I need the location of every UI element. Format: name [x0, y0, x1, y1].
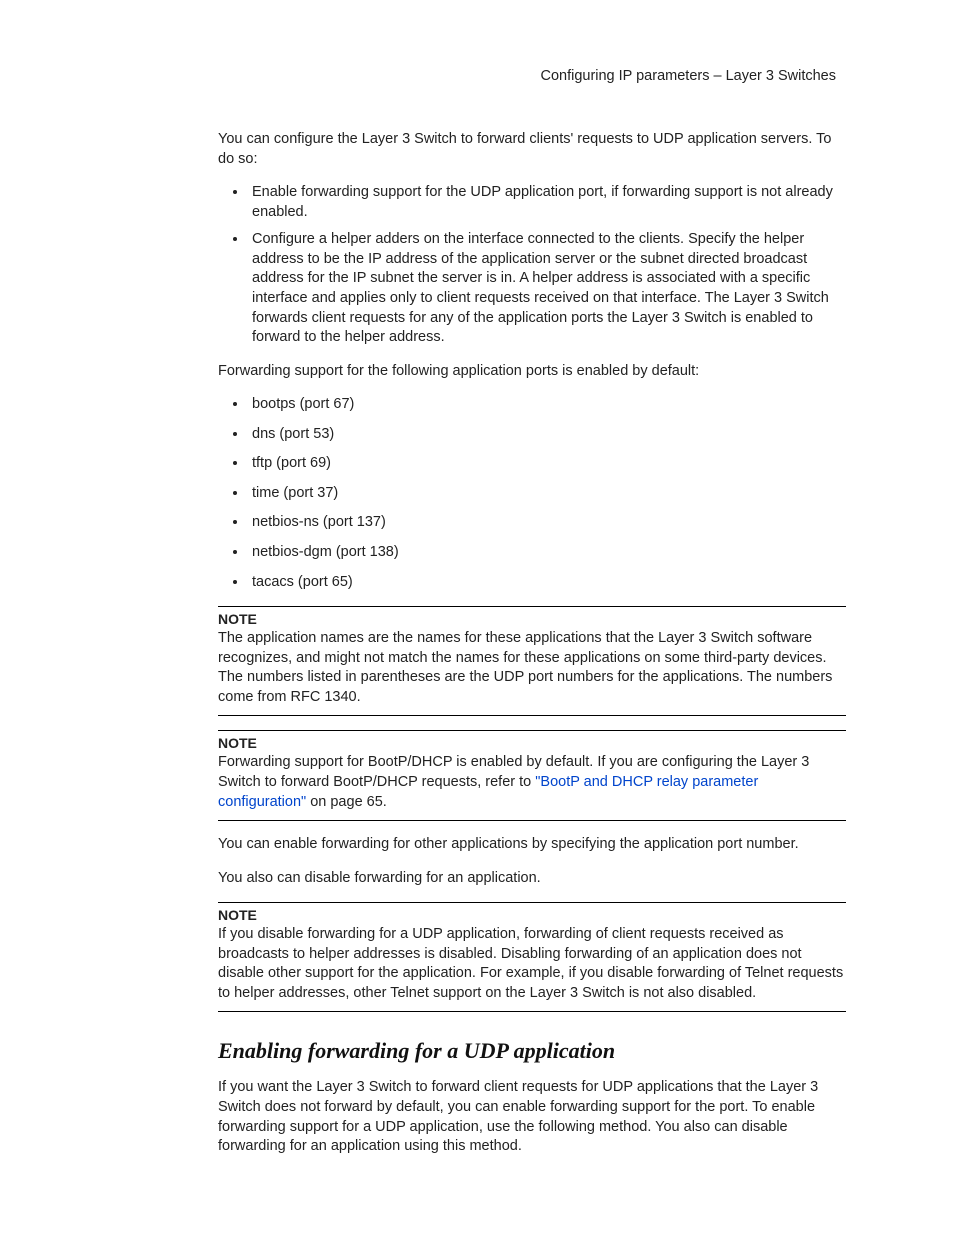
list-item: Enable forwarding support for the UDP ap…	[248, 183, 846, 222]
note-label: NOTE	[218, 611, 846, 627]
note-block-2: NOTE Forwarding support for BootP/DHCP i…	[218, 730, 846, 821]
steps-list: Enable forwarding support for the UDP ap…	[218, 183, 846, 348]
list-item: dns (port 53)	[248, 425, 846, 445]
note-text: Forwarding support for BootP/DHCP is ena…	[218, 753, 846, 812]
page: Configuring IP parameters – Layer 3 Swit…	[0, 0, 954, 1235]
note-text: If you disable forwarding for a UDP appl…	[218, 925, 846, 1003]
ports-list: bootps (port 67) dns (port 53) tftp (por…	[218, 395, 846, 592]
list-item: netbios-ns (port 137)	[248, 513, 846, 533]
note-text: The application names are the names for …	[218, 629, 846, 707]
list-item: tftp (port 69)	[248, 454, 846, 474]
content-area: You can configure the Layer 3 Switch to …	[218, 130, 846, 1157]
note-text-part: on page 65.	[306, 794, 387, 810]
intro-paragraph: You can configure the Layer 3 Switch to …	[218, 130, 846, 169]
body-paragraph: If you want the Layer 3 Switch to forwar…	[218, 1078, 846, 1156]
ports-intro-paragraph: Forwarding support for the following app…	[218, 362, 846, 382]
note-label: NOTE	[218, 907, 846, 923]
note-block-3: NOTE If you disable forwarding for a UDP…	[218, 902, 846, 1012]
list-item: tacacs (port 65)	[248, 573, 846, 593]
body-paragraph: You can enable forwarding for other appl…	[218, 835, 846, 855]
note-label: NOTE	[218, 735, 846, 751]
list-item: Configure a helper adders on the interfa…	[248, 230, 846, 347]
section-heading: Enabling forwarding for a UDP applicatio…	[218, 1038, 846, 1064]
page-header: Configuring IP parameters – Layer 3 Swit…	[108, 68, 846, 84]
note-block-1: NOTE The application names are the names…	[218, 606, 846, 716]
body-paragraph: You also can disable forwarding for an a…	[218, 869, 846, 889]
list-item: bootps (port 67)	[248, 395, 846, 415]
list-item: time (port 37)	[248, 484, 846, 504]
list-item: netbios-dgm (port 138)	[248, 543, 846, 563]
